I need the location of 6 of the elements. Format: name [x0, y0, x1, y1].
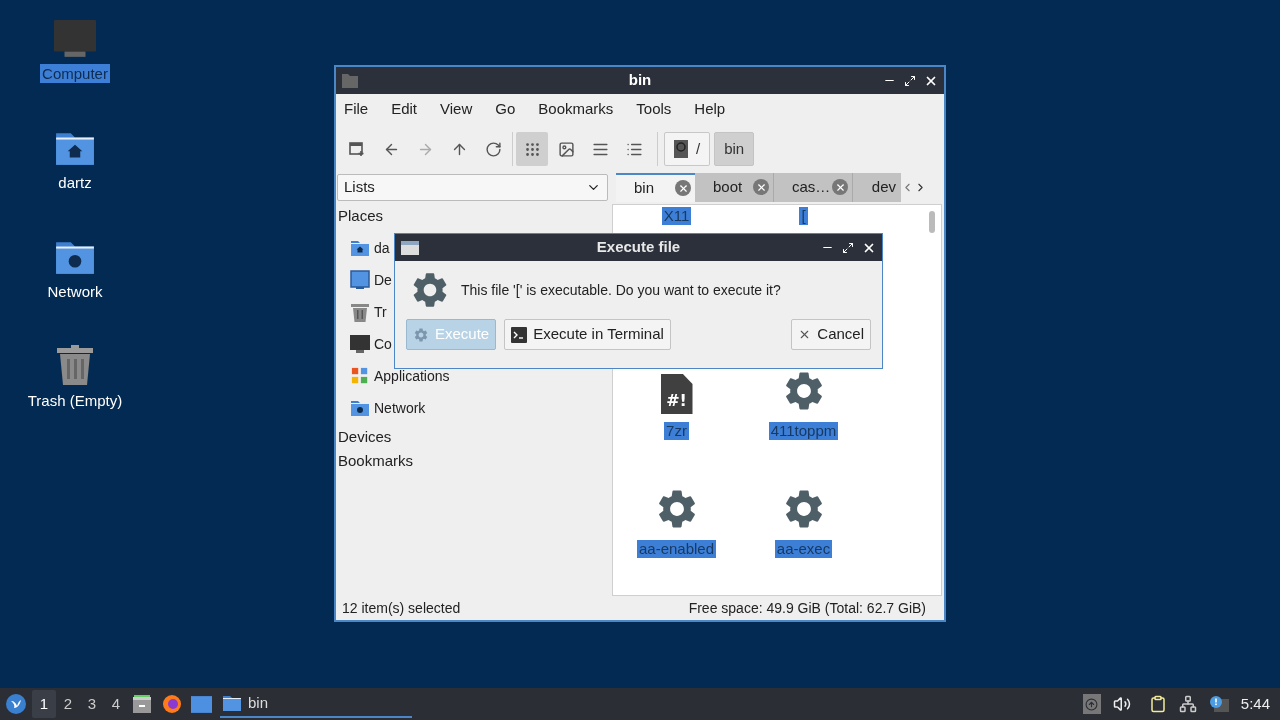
- free-space-text: Free space: 49.9 GiB (Total: 62.7 GiB): [688, 598, 926, 618]
- status-text: 12 item(s) selected: [342, 598, 461, 618]
- dialog-message: This file '[' is executable. Do you want to execute it?: [461, 280, 781, 300]
- dialog-title: Execute file: [596, 237, 681, 258]
- script-file-icon: #!: [660, 374, 693, 414]
- window-title: bin: [628, 70, 652, 91]
